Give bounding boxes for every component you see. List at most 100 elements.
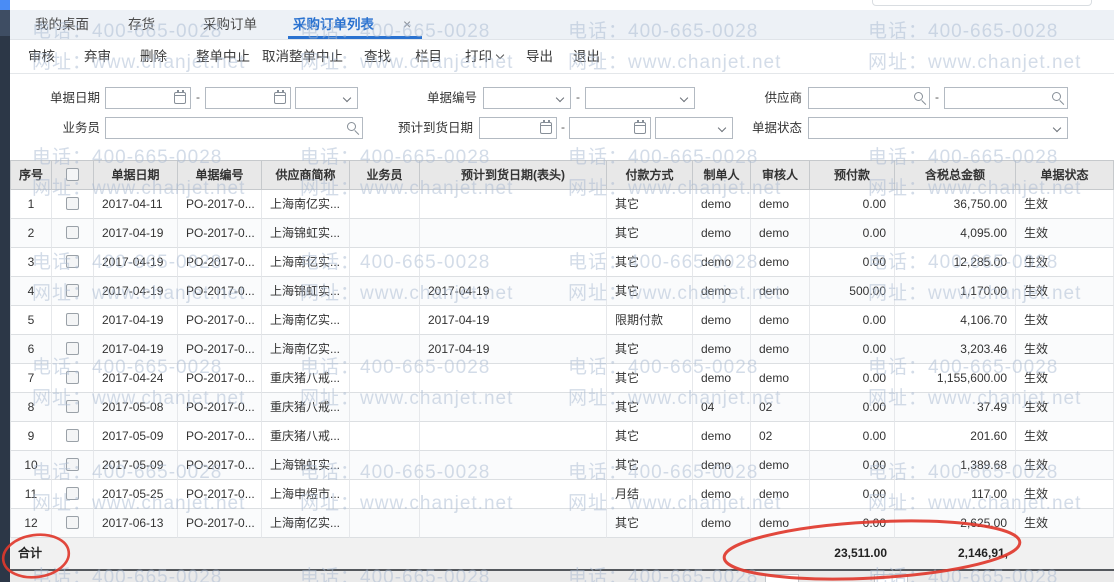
doc-no-from-select[interactable] — [483, 87, 571, 109]
cell-total-amount: 3,203.46 — [895, 335, 1016, 364]
supplier-to-field[interactable] — [944, 87, 1068, 109]
col-select-all[interactable] — [52, 160, 94, 190]
cell-salesman — [350, 509, 420, 538]
row-seq: 12 — [10, 509, 52, 538]
row-checkbox-cell[interactable] — [52, 451, 94, 480]
cell-supplier: 上海锦虹实... — [262, 451, 350, 480]
supplier-to-input[interactable] — [944, 87, 1068, 109]
doc-date-to-field[interactable] — [205, 87, 291, 109]
row-checkbox[interactable] — [66, 458, 79, 471]
calendar-icon[interactable] — [540, 122, 552, 134]
doc-date-range-select[interactable] — [295, 87, 358, 109]
cell-salesman — [350, 219, 420, 248]
expected-date-from-field[interactable] — [479, 117, 557, 139]
calendar-icon[interactable] — [634, 122, 646, 134]
cell-doc-no: PO-2017-0... — [178, 364, 262, 393]
cell-creator: demo — [693, 364, 751, 393]
table-row[interactable]: 62017-04-19PO-2017-0...上海南亿实...2017-04-1… — [10, 335, 1114, 364]
row-checkbox[interactable] — [66, 255, 79, 268]
cell-doc-no: PO-2017-0... — [178, 306, 262, 335]
audit-button[interactable]: 审核 — [28, 40, 55, 74]
tab-inventory[interactable]: 存货 — [128, 10, 155, 40]
calendar-icon[interactable] — [274, 92, 286, 104]
search-icon[interactable] — [914, 92, 923, 101]
export-button[interactable]: 导出 — [526, 40, 553, 74]
tab-purchase-order[interactable]: 采购订单 — [203, 10, 257, 40]
pagination-input[interactable] — [874, 574, 908, 582]
cell-auditor: demo — [751, 364, 810, 393]
row-checkbox[interactable] — [66, 516, 79, 529]
table-row[interactable]: 112017-05-25PO-2017-0...上海申煜市...月结demode… — [10, 480, 1114, 509]
row-checkbox-cell[interactable] — [52, 509, 94, 538]
table-row[interactable]: 52017-04-19PO-2017-0...上海南亿实...2017-04-1… — [10, 306, 1114, 335]
supplier-from-input[interactable] — [808, 87, 930, 109]
cell-expected-date — [420, 451, 607, 480]
doc-date-from-field[interactable] — [105, 87, 191, 109]
stop-order-button[interactable]: 整单中止 — [196, 40, 250, 74]
status-select[interactable] — [808, 117, 1068, 139]
chevron-down-icon — [680, 94, 688, 102]
doc-no-to-select[interactable] — [585, 87, 695, 109]
table-row[interactable]: 32017-04-19PO-2017-0...上海南亿实...其它demodem… — [10, 248, 1114, 277]
table-row[interactable]: 122017-06-13PO-2017-0...上海南亿实...其它demode… — [10, 509, 1114, 538]
pagination-input[interactable] — [765, 574, 799, 582]
select-all-checkbox[interactable] — [66, 168, 79, 181]
cell-supplier: 重庆猪八戒... — [262, 393, 350, 422]
columns-button[interactable]: 栏目 — [415, 40, 442, 74]
cancel-stop-button[interactable]: 取消整单中止 — [262, 40, 343, 74]
search-icon[interactable] — [1052, 92, 1061, 101]
table-row[interactable]: 12017-04-11PO-2017-0...上海南亿实...其它demodem… — [10, 190, 1114, 219]
row-checkbox[interactable] — [66, 284, 79, 297]
table-row[interactable]: 82017-05-08PO-2017-0...重庆猪八戒...其它04020.0… — [10, 393, 1114, 422]
unaudit-button[interactable]: 弃审 — [84, 40, 111, 74]
table-row[interactable]: 92017-05-09PO-2017-0...重庆猪八戒...其它demo020… — [10, 422, 1114, 451]
row-checkbox-cell[interactable] — [52, 219, 94, 248]
row-checkbox[interactable] — [66, 400, 79, 413]
footer-prepaid-total: 23,511.00 — [751, 538, 895, 569]
row-checkbox[interactable] — [66, 226, 79, 239]
salesman-field[interactable] — [105, 117, 363, 139]
delete-button[interactable]: 删除 — [140, 40, 167, 74]
footer-amount-total: 2,146,91, — [895, 538, 1016, 569]
cell-payment-method: 其它 — [607, 277, 693, 306]
find-button[interactable]: 查找 — [364, 40, 391, 74]
row-checkbox-cell[interactable] — [52, 306, 94, 335]
row-checkbox-cell[interactable] — [52, 248, 94, 277]
row-seq: 11 — [10, 480, 52, 509]
row-checkbox-cell[interactable] — [52, 480, 94, 509]
exit-button[interactable]: 退出 — [573, 40, 600, 74]
supplier-from-field[interactable] — [808, 87, 930, 109]
print-button[interactable]: 打印 — [465, 40, 503, 74]
row-checkbox-cell[interactable] — [52, 277, 94, 306]
cell-supplier: 上海南亿实... — [262, 509, 350, 538]
cell-status: 生效 — [1016, 422, 1114, 451]
table-row[interactable]: 22017-04-19PO-2017-0...上海锦虹实...其它demodem… — [10, 219, 1114, 248]
cell-supplier: 上海南亿实... — [262, 248, 350, 277]
row-checkbox[interactable] — [66, 197, 79, 210]
row-checkbox[interactable] — [66, 429, 79, 442]
col-prepaid: 预付款 — [810, 160, 895, 190]
tab-my-desktop[interactable]: 我的桌面 — [35, 10, 89, 40]
cell-auditor: demo — [751, 480, 810, 509]
row-checkbox-cell[interactable] — [52, 190, 94, 219]
row-checkbox[interactable] — [66, 313, 79, 326]
table-row[interactable]: 42017-04-19PO-2017-0...上海锦虹实...2017-04-1… — [10, 277, 1114, 306]
cell-salesman — [350, 364, 420, 393]
row-checkbox[interactable] — [66, 487, 79, 500]
range-dash: - — [576, 87, 580, 109]
search-icon[interactable] — [347, 122, 356, 131]
calendar-icon[interactable] — [174, 92, 186, 104]
salesman-input[interactable] — [105, 117, 363, 139]
table-row[interactable]: 102017-05-09PO-2017-0...上海锦虹实...其它demode… — [10, 451, 1114, 480]
row-checkbox-cell[interactable] — [52, 335, 94, 364]
collapsed-sidebar[interactable] — [0, 10, 10, 582]
table-row[interactable]: 72017-04-24PO-2017-0...重庆猪八戒...其它demodem… — [10, 364, 1114, 393]
row-checkbox[interactable] — [66, 342, 79, 355]
expected-date-range-select[interactable] — [655, 117, 733, 139]
row-checkbox-cell[interactable] — [52, 364, 94, 393]
row-checkbox-cell[interactable] — [52, 422, 94, 451]
row-checkbox[interactable] — [66, 371, 79, 384]
expected-date-to-field[interactable] — [569, 117, 651, 139]
cell-prepaid: 0.00 — [810, 509, 895, 538]
row-checkbox-cell[interactable] — [52, 393, 94, 422]
